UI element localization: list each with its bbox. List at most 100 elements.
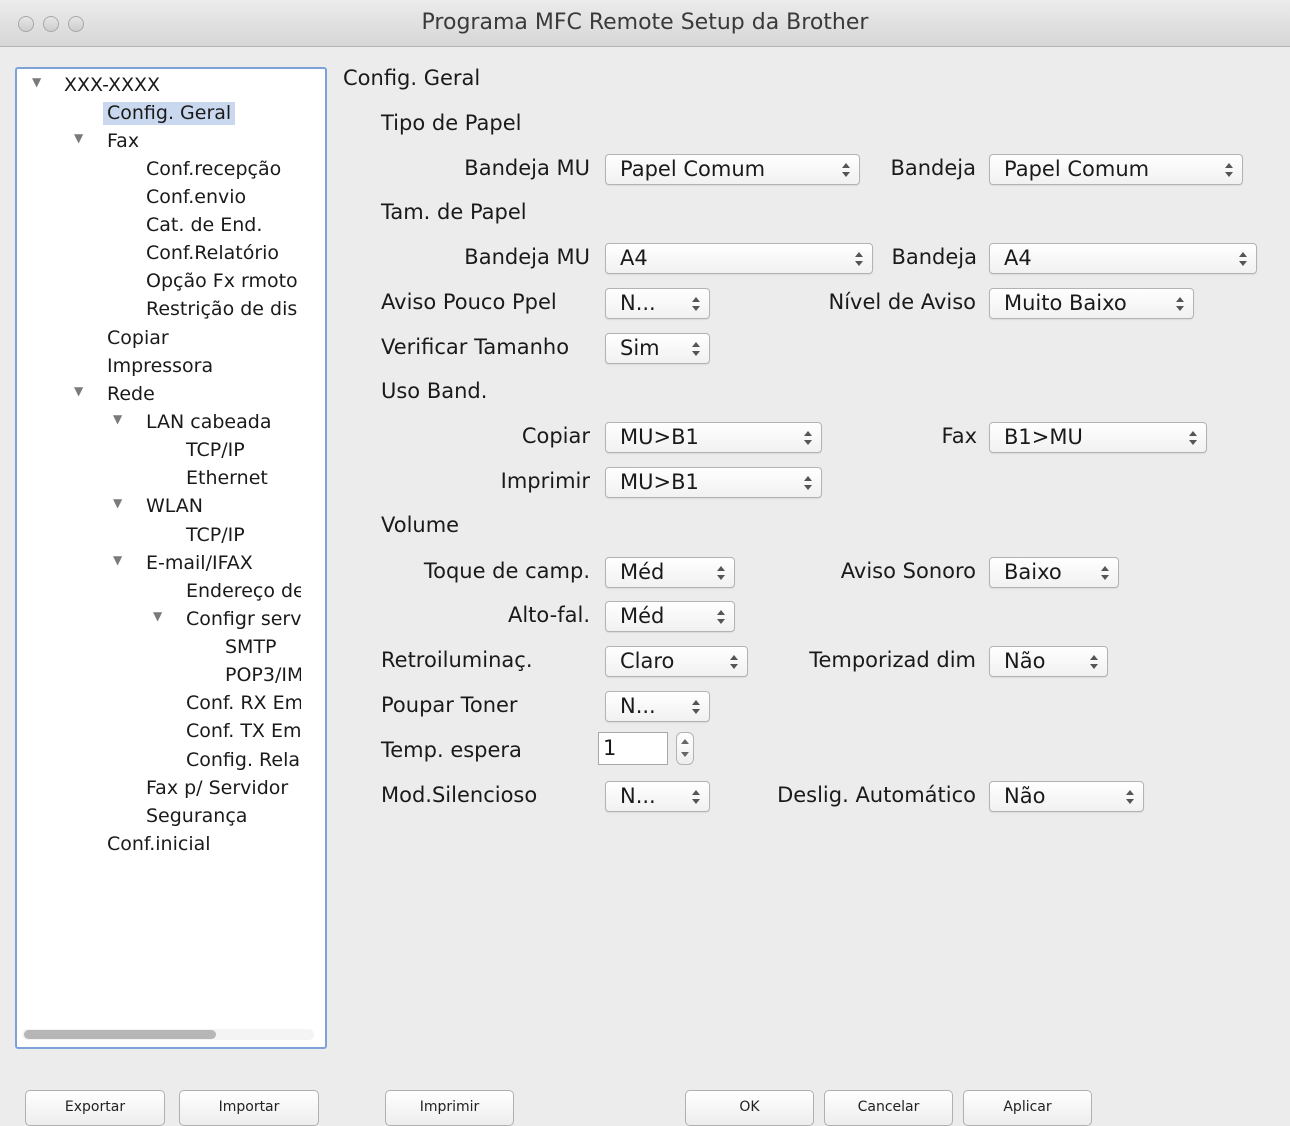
tree-item-label: Fax <box>107 130 140 152</box>
tree-item-config-geral[interactable]: Config. Geral <box>103 101 236 127</box>
tree-item-copiar[interactable]: Copiar <box>107 326 169 352</box>
tree-item-wlan[interactable]: WLAN <box>146 494 203 520</box>
importar-button[interactable]: Importar <box>179 1090 319 1126</box>
select-value: N... <box>620 694 656 718</box>
nivel-aviso-select[interactable]: Muito Baixo <box>989 288 1194 319</box>
cancelar-button[interactable]: Cancelar <box>824 1090 953 1126</box>
tree-item-email-ifax[interactable]: E-mail/IFAX <box>146 551 253 577</box>
aviso-pouco-papel-select[interactable]: N... <box>605 288 710 319</box>
tree-item-configr-serv[interactable]: Configr serv <box>186 607 301 633</box>
tree-item-fax-servidor[interactable]: Fax p/ Servidor <box>146 776 288 802</box>
stepper-up-icon[interactable] <box>681 739 689 744</box>
disclosure-triangle-icon[interactable]: ▼ <box>113 553 122 567</box>
retroiluminacao-select[interactable]: Claro <box>605 646 748 677</box>
tam-papel-bandeja-label: Bandeja <box>891 245 977 269</box>
uso-band-copiar-select[interactable]: MU>B1 <box>605 422 822 453</box>
tree-item-label: XXX-XXXX <box>64 74 161 96</box>
disclosure-triangle-icon[interactable]: ▼ <box>113 496 122 510</box>
tree-item-conf-relatorio[interactable]: Conf.Relatório <box>146 241 279 267</box>
tree-item-pop3[interactable]: POP3/IM <box>225 663 301 689</box>
tree-item-label: Fax p/ Servidor <box>146 777 289 799</box>
stepper-arrows-icon <box>729 651 739 673</box>
volume-alto-fal-label: Alto-fal. <box>507 603 590 627</box>
scrollbar-thumb[interactable] <box>24 1030 216 1039</box>
tree-item-label: Endereço de <box>186 580 301 602</box>
stepper-arrows-icon <box>1188 427 1198 449</box>
tree-item-conf-envio[interactable]: Conf.envio <box>146 185 246 211</box>
tree-item-label: Conf.inicial <box>107 833 211 855</box>
select-value: Méd <box>620 560 665 584</box>
stepper-arrows-icon <box>691 293 701 315</box>
tree-item-restricao[interactable]: Restrição de dis <box>146 297 297 323</box>
tree-item-label: Segurança <box>146 805 248 827</box>
tree-item-conf-inicial[interactable]: Conf.inicial <box>107 832 211 858</box>
select-value: Méd <box>620 604 665 628</box>
select-value: A4 <box>1004 246 1032 270</box>
section-title: Config. Geral <box>343 66 481 90</box>
tree-item-opcao-fx-rmoto[interactable]: Opção Fx rmoto <box>146 269 298 295</box>
settings-tree[interactable]: ▼ XXX-XXXX Config. Geral ▼ Fax Conf.rece… <box>15 67 327 1049</box>
tree-item-conf-rx-email[interactable]: Conf. RX Em <box>186 691 301 717</box>
tree-item-lan-cabeada[interactable]: LAN cabeada <box>146 410 271 436</box>
tree-item-conf-tx-email[interactable]: Conf. TX Em <box>186 719 301 745</box>
temp-espera-input[interactable]: 1 <box>598 732 668 765</box>
uso-band-fax-label: Fax <box>941 424 977 448</box>
volume-toque-select[interactable]: Méd <box>605 557 735 588</box>
tree-item-device[interactable]: XXX-XXXX <box>64 73 160 99</box>
tree-item-cat-end[interactable]: Cat. de End. <box>146 213 262 239</box>
volume-aviso-sonoro-select[interactable]: Baixo <box>989 557 1119 588</box>
mod-silencioso-select[interactable]: N... <box>605 781 710 812</box>
uso-band-imprimir-label: Imprimir <box>500 469 590 493</box>
tam-papel-bandeja-mu-select[interactable]: A4 <box>605 243 873 274</box>
tree-item-impressora[interactable]: Impressora <box>107 354 213 380</box>
tree-item-fax[interactable]: Fax <box>107 129 139 155</box>
uso-band-fax-select[interactable]: B1>MU <box>989 422 1207 453</box>
tree-item-seguranca[interactable]: Segurança <box>146 804 247 830</box>
poupar-toner-select[interactable]: N... <box>605 691 710 722</box>
stepper-down-icon[interactable] <box>681 752 689 757</box>
tree-item-label: Opção Fx rmoto <box>146 270 298 292</box>
tipo-papel-bandeja-mu-select[interactable]: Papel Comum <box>605 154 860 185</box>
ok-button[interactable]: OK <box>685 1090 814 1126</box>
disclosure-triangle-icon[interactable]: ▼ <box>74 131 83 145</box>
tree-item-label: TCP/IP <box>186 524 245 546</box>
aplicar-button[interactable]: Aplicar <box>963 1090 1092 1126</box>
volume-aviso-sonoro-label: Aviso Sonoro <box>840 559 976 583</box>
imprimir-button[interactable]: Imprimir <box>385 1090 514 1126</box>
horizontal-scrollbar[interactable] <box>22 1029 314 1040</box>
tipo-papel-bandeja-select[interactable]: Papel Comum <box>989 154 1243 185</box>
tipo-papel-bandeja-mu-label: Bandeja MU <box>464 156 590 180</box>
deslig-automatico-select[interactable]: Não <box>989 781 1144 812</box>
tree-item-label: Configr serv <box>186 608 301 630</box>
disclosure-triangle-icon[interactable]: ▼ <box>153 609 162 623</box>
select-value: Papel Comum <box>620 157 766 181</box>
tree-item-lan-tcpip[interactable]: TCP/IP <box>186 438 245 464</box>
tree-item-config-rela[interactable]: Config. Rela <box>186 748 300 774</box>
volume-alto-fal-select[interactable]: Méd <box>605 601 735 632</box>
tipo-papel-heading: Tipo de Papel <box>381 111 522 135</box>
verificar-tamanho-select[interactable]: Sim <box>605 333 710 364</box>
stepper-arrows-icon <box>803 427 813 449</box>
disclosure-triangle-icon[interactable]: ▼ <box>74 384 83 398</box>
disclosure-triangle-icon[interactable]: ▼ <box>113 412 122 426</box>
tam-papel-bandeja-select[interactable]: A4 <box>989 243 1257 274</box>
tree-item-wlan-tcpip[interactable]: TCP/IP <box>186 523 245 549</box>
tree-item-endereco[interactable]: Endereço de <box>186 579 301 605</box>
tree-item-rede[interactable]: Rede <box>107 382 155 408</box>
uso-band-imprimir-select[interactable]: MU>B1 <box>605 467 822 498</box>
select-value: A4 <box>620 246 648 270</box>
stepper-arrows-icon <box>716 606 726 628</box>
tree-item-label: E-mail/IFAX <box>146 552 253 574</box>
tree-item-ethernet[interactable]: Ethernet <box>186 466 268 492</box>
stepper-arrows-icon <box>691 338 701 360</box>
exportar-button[interactable]: Exportar <box>25 1090 165 1126</box>
temporizad-dim-select[interactable]: Não <box>989 646 1108 677</box>
tree-item-label: LAN cabeada <box>146 411 272 433</box>
volume-toque-label: Toque de camp. <box>423 559 590 583</box>
select-value: N... <box>620 784 656 808</box>
tree-item-smtp[interactable]: SMTP <box>225 635 277 661</box>
tree-item-conf-recepcao[interactable]: Conf.recepção <box>146 157 281 183</box>
stepper-arrows-icon <box>803 472 813 494</box>
temp-espera-stepper[interactable] <box>676 732 694 765</box>
disclosure-triangle-icon[interactable]: ▼ <box>32 75 41 89</box>
